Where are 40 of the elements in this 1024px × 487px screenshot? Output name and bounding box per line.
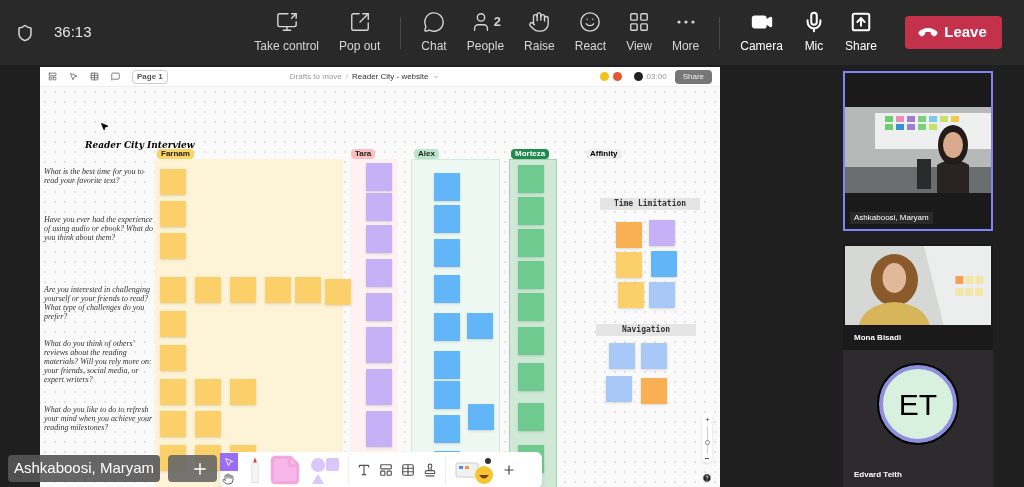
toolbar-button[interactable]: Raise <box>516 4 563 61</box>
interview-question: What is the best time for you to read your favorite text? <box>44 167 145 185</box>
interview-question: Are you interested in challenging yourself or your friends to read? What type of challenges do you prefer? <box>44 285 152 321</box>
breadcrumb-separator: / <box>345 70 349 83</box>
interview-question: What do you think of others' reviews about the reading materials? Will you rely more on: your friends, social media, or expert writers? <box>44 339 153 384</box>
presenter-name: Ashkaboosi, Maryam <box>8 455 161 482</box>
toolbar-button[interactable]: Mic <box>794 4 833 61</box>
toolbar-button[interactable]: Camera <box>732 4 791 61</box>
participant-tile[interactable]: Ashkaboosi, Maryam <box>843 71 993 231</box>
toolbar-button[interactable]: 2 People <box>458 4 513 61</box>
page-button[interactable]: Page 1 <box>132 69 168 84</box>
meeting-timer: 36:13 <box>54 22 92 43</box>
participant-tile[interactable]: Mona Bisadi <box>843 244 993 350</box>
toolbar-button[interactable]: More <box>663 4 708 61</box>
board-timer: 03:00 <box>646 70 667 83</box>
column-label: Farnam <box>157 149 194 159</box>
people-count: 2 <box>493 12 501 31</box>
column-label: Alex <box>414 149 439 159</box>
participant-name: Mona Bisadi <box>853 332 903 344</box>
toolbar-button[interactable]: Share <box>836 4 885 61</box>
file-title[interactable]: Reader City - website <box>352 70 429 83</box>
toolbar-button[interactable]: Pop out <box>331 4 389 61</box>
avatar: ET <box>879 365 957 443</box>
interview-question: What do you like to do to refresh your mind when you achieve your reading milestones? <box>44 405 154 432</box>
share-button[interactable]: Share <box>674 69 712 84</box>
participant-name: Edvard Teith <box>853 469 903 481</box>
toolbar-button[interactable]: React <box>566 4 615 61</box>
cluster-heading: Navigation <box>596 324 696 336</box>
interview-question: Have you ever had the experience of using audio or ebook? What do you think about them? <box>44 215 154 242</box>
board-title: Reader City Interview <box>85 139 195 151</box>
toolbar-button[interactable]: Take control <box>246 4 327 61</box>
column-label: Morteza <box>511 149 550 159</box>
cluster-heading: Time Limitation <box>600 198 700 210</box>
participant-name: Ashkaboosi, Maryam <box>850 212 933 224</box>
column-label: Tara <box>351 149 376 159</box>
toolbar-button[interactable]: View <box>618 4 660 61</box>
toolbar-button[interactable]: Chat <box>413 4 455 61</box>
participant-tile[interactable]: ET Edvard Teith <box>843 350 993 487</box>
column-label: Affinity <box>586 149 622 159</box>
leave-button[interactable]: Leave <box>905 16 1002 49</box>
